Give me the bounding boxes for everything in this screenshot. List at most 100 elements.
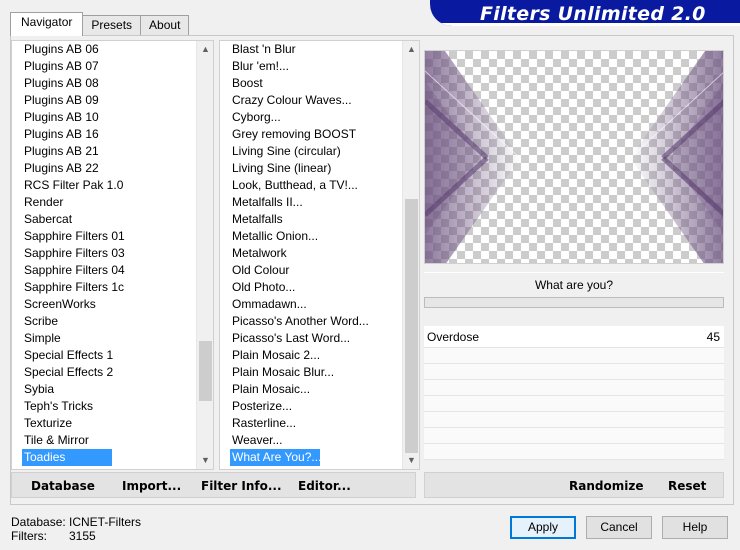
- filter-item[interactable]: Picasso's Another Word...: [220, 313, 402, 330]
- filter-item[interactable]: Plain Mosaic Blur...: [220, 364, 402, 381]
- category-item[interactable]: Tile & Mirror: [12, 432, 196, 449]
- category-item[interactable]: Plugins AB 10: [12, 109, 196, 126]
- scroll-up-icon[interactable]: ▲: [197, 41, 213, 58]
- scroll-down-icon[interactable]: ▼: [197, 452, 213, 469]
- category-item[interactable]: Sapphire Filters 04: [12, 262, 196, 279]
- preview-image: [424, 50, 724, 264]
- category-item[interactable]: Special Effects 1: [12, 347, 196, 364]
- parameter-toolbar: Randomize Reset: [424, 472, 724, 498]
- category-item[interactable]: Render: [12, 194, 196, 211]
- filter-item[interactable]: Ommadawn...: [220, 296, 402, 313]
- filter-item[interactable]: Metallic Onion...: [220, 228, 402, 245]
- category-item[interactable]: Sybia: [12, 381, 196, 398]
- category-item[interactable]: Toadies: [22, 449, 112, 466]
- navigator-toolbar: Database Import... Filter Info... Editor…: [11, 472, 416, 498]
- category-item[interactable]: Teph's Tricks: [12, 398, 196, 415]
- help-button[interactable]: Help: [662, 516, 728, 539]
- filter-item[interactable]: Grey removing BOOST: [220, 126, 402, 143]
- filter-item[interactable]: Old Photo...: [220, 279, 402, 296]
- database-button[interactable]: Database: [31, 479, 95, 493]
- category-item[interactable]: Sapphire Filters 03: [12, 245, 196, 262]
- category-item[interactable]: Plugins AB 22: [12, 160, 196, 177]
- apply-button[interactable]: Apply: [510, 516, 576, 539]
- filter-item[interactable]: Metalwork: [220, 245, 402, 262]
- category-item[interactable]: Plugins AB 09: [12, 92, 196, 109]
- import-button[interactable]: Import...: [122, 479, 181, 493]
- filter-item[interactable]: Cyborg...: [220, 109, 402, 126]
- database-value: ICNET-Filters: [69, 515, 141, 529]
- parameter-value: 45: [706, 330, 720, 344]
- filter-item[interactable]: Boost: [220, 75, 402, 92]
- preview-pattern: [425, 51, 723, 263]
- category-item[interactable]: ScreenWorks: [12, 296, 196, 313]
- category-item[interactable]: Scribe: [12, 313, 196, 330]
- filter-item[interactable]: Picasso's Last Word...: [220, 330, 402, 347]
- category-item[interactable]: RCS Filter Pak 1.0: [12, 177, 196, 194]
- parameter-slider-overdose[interactable]: Overdose 45: [424, 326, 724, 348]
- filter-list: Blast 'n Blur Blur 'em!... Boost Crazy Colo…: [220, 41, 402, 469]
- category-item[interactable]: Plugins AB 06: [12, 41, 196, 58]
- category-item[interactable]: Plugins AB 16: [12, 126, 196, 143]
- filter-item[interactable]: Rasterline...: [220, 415, 402, 432]
- reset-button[interactable]: Reset: [668, 479, 706, 493]
- app-title: Filters Unlimited 2.0: [480, 3, 706, 25]
- category-item[interactable]: Plugins AB 08: [12, 75, 196, 92]
- filter-item[interactable]: Metalfalls II...: [220, 194, 402, 211]
- filters-count: 3155: [69, 529, 96, 543]
- category-item[interactable]: Sabercat: [12, 211, 196, 228]
- filter-listbox[interactable]: Blast 'n Blur Blur 'em!... Boost Crazy Colo…: [219, 40, 420, 470]
- filter-item[interactable]: Posterize...: [220, 398, 402, 415]
- progress-bar: [424, 297, 724, 308]
- status-info: Database: ICNET-Filters Filters: 3155: [11, 515, 141, 543]
- category-item[interactable]: Texturize: [12, 415, 196, 432]
- randomize-button[interactable]: Randomize: [569, 479, 643, 493]
- tab-strip: Navigator Presets About: [10, 12, 190, 36]
- category-listbox[interactable]: Plugins AB 06 Plugins AB 07 Plugins AB 08 P…: [11, 40, 214, 470]
- parameter-controls: Overdose 45: [424, 326, 724, 471]
- title-banner: Filters Unlimited 2.0: [430, 0, 740, 26]
- filter-item[interactable]: Crazy Colour Waves...: [220, 92, 402, 109]
- filter-info-button[interactable]: Filter Info...: [201, 479, 282, 493]
- filters-info: Filters: 3155: [11, 529, 141, 543]
- parameter-slot: [424, 380, 724, 396]
- tab-presets[interactable]: Presets: [82, 15, 142, 35]
- cancel-button[interactable]: Cancel: [586, 516, 652, 539]
- filter-item[interactable]: Living Sine (linear): [220, 160, 402, 177]
- category-item[interactable]: Sapphire Filters 01: [12, 228, 196, 245]
- category-item[interactable]: Plugins AB 07: [12, 58, 196, 75]
- filter-item[interactable]: Old Colour: [220, 262, 402, 279]
- filter-item[interactable]: Living Sine (circular): [220, 143, 402, 160]
- parameter-slot: [424, 348, 724, 364]
- filter-item[interactable]: Weaver...: [220, 432, 402, 449]
- scroll-thumb[interactable]: [199, 341, 212, 401]
- editor-button[interactable]: Editor...: [298, 479, 351, 493]
- database-label: Database:: [11, 515, 66, 529]
- tab-navigator[interactable]: Navigator: [10, 12, 84, 36]
- filter-item[interactable]: Look, Butthead, a TV!...: [220, 177, 402, 194]
- category-item[interactable]: Plugins AB 21: [12, 143, 196, 160]
- category-scrollbar[interactable]: ▲ ▼: [196, 41, 213, 469]
- database-info: Database: ICNET-Filters: [11, 515, 141, 529]
- filter-item[interactable]: Metalfalls: [220, 211, 402, 228]
- tab-about[interactable]: About: [140, 15, 190, 35]
- category-list: Plugins AB 06 Plugins AB 07 Plugins AB 08 P…: [12, 41, 196, 469]
- filter-item[interactable]: Blur 'em!...: [220, 58, 402, 75]
- scroll-thumb[interactable]: [405, 199, 418, 453]
- parameter-slot: [424, 396, 724, 412]
- filter-title: What are you?: [424, 272, 724, 296]
- category-item[interactable]: Special Effects 2: [12, 364, 196, 381]
- scroll-up-icon[interactable]: ▲: [403, 41, 419, 58]
- parameter-slot: [424, 412, 724, 428]
- parameter-name: Overdose: [427, 330, 480, 344]
- filters-label: Filters:: [11, 529, 47, 543]
- filter-item[interactable]: Plain Mosaic 2...: [220, 347, 402, 364]
- filter-item[interactable]: What Are You?...: [230, 449, 321, 466]
- filter-item[interactable]: Plain Mosaic...: [220, 381, 402, 398]
- parameter-slot: [424, 428, 724, 444]
- category-item[interactable]: Sapphire Filters 1c: [12, 279, 196, 296]
- category-item[interactable]: Simple: [12, 330, 196, 347]
- scroll-down-icon[interactable]: ▼: [403, 452, 419, 469]
- filter-scrollbar[interactable]: ▲ ▼: [402, 41, 419, 469]
- filter-item[interactable]: Blast 'n Blur: [220, 41, 402, 58]
- parameter-slot: [424, 364, 724, 380]
